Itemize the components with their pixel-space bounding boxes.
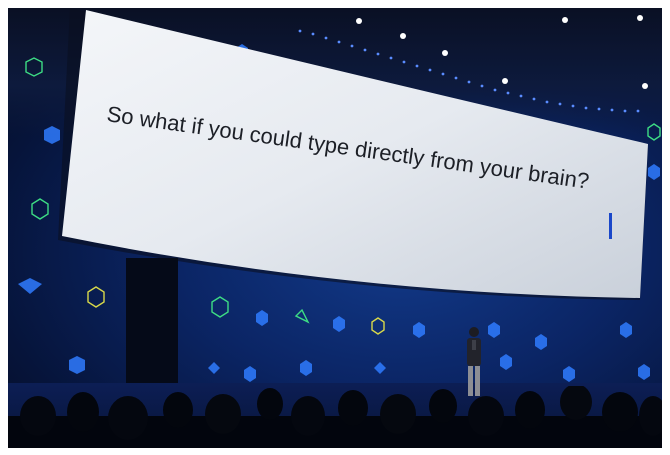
cube-shape bbox=[208, 362, 220, 374]
cube-shape bbox=[69, 356, 85, 374]
cube-shape bbox=[413, 322, 425, 338]
cube-shape bbox=[563, 366, 575, 382]
ceiling-light bbox=[502, 78, 508, 84]
ceiling-light bbox=[400, 33, 406, 39]
gem-shape bbox=[371, 317, 385, 335]
stage-photo: So what if you could type directly from … bbox=[8, 8, 662, 448]
gem-shape bbox=[31, 198, 49, 220]
text-cursor bbox=[609, 213, 612, 239]
ceiling-lights bbox=[356, 15, 648, 89]
cube-shape bbox=[500, 354, 512, 370]
cube-shape bbox=[333, 316, 345, 332]
cube-shape bbox=[374, 362, 386, 374]
stage-backdrop: So what if you could type directly from … bbox=[18, 8, 661, 382]
cube-shape bbox=[18, 278, 42, 294]
gem-shape bbox=[87, 286, 105, 308]
cube-shape bbox=[256, 310, 268, 326]
audience-silhouettes bbox=[8, 386, 662, 448]
cube-shape bbox=[488, 322, 500, 338]
ceiling-light bbox=[562, 17, 568, 23]
ceiling-light bbox=[637, 15, 643, 21]
projection-screen: So what if you could type directly from … bbox=[58, 8, 648, 300]
ceiling-light bbox=[442, 50, 448, 56]
gem-shape bbox=[25, 57, 43, 77]
gem-shape bbox=[647, 123, 661, 141]
gem-shape bbox=[294, 308, 310, 324]
cube-shape bbox=[244, 366, 256, 382]
cube-shape bbox=[535, 334, 547, 350]
cube-shape bbox=[44, 126, 60, 144]
cube-shape bbox=[300, 360, 312, 376]
gem-shape bbox=[211, 296, 229, 318]
ceiling-light bbox=[642, 83, 648, 89]
cube-shape bbox=[648, 164, 660, 180]
ceiling-light bbox=[356, 18, 362, 24]
cube-shape bbox=[620, 322, 632, 338]
cube-shape bbox=[638, 364, 650, 380]
